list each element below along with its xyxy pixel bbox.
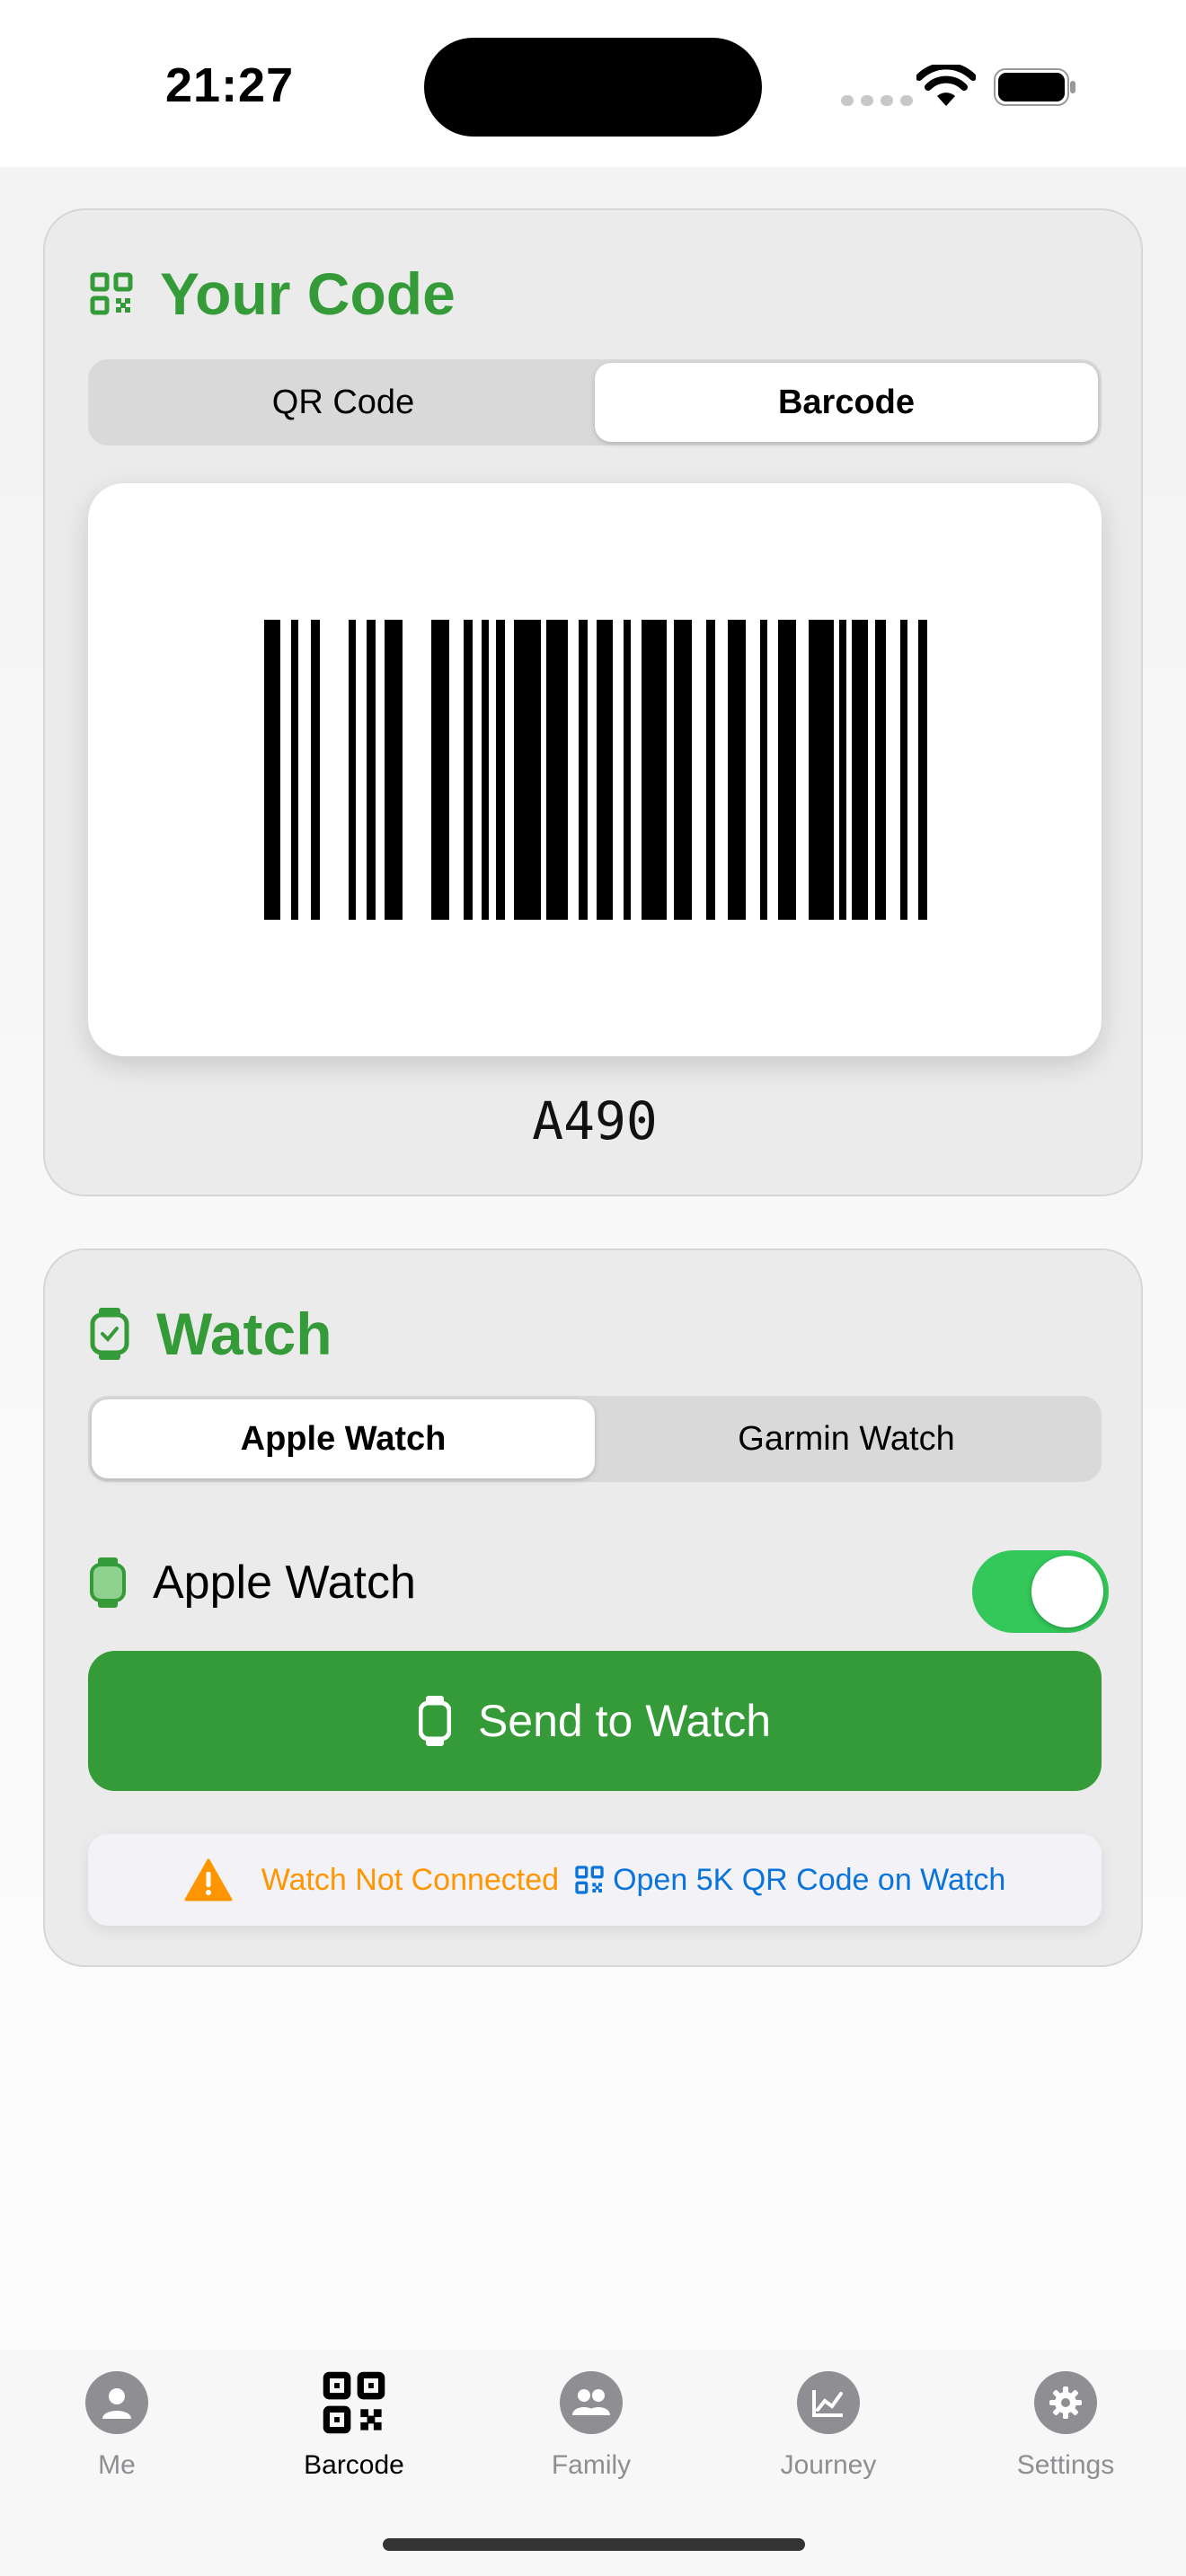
send-to-watch-button[interactable]: Send to Watch	[88, 1651, 1102, 1791]
open-qr-on-watch-label: Open 5K QR Code on Watch	[613, 1862, 1006, 1897]
tab-family-label: Family	[551, 2450, 632, 2480]
qr-code-icon	[323, 2371, 385, 2434]
apple-watch-toggle-label: Apple Watch	[153, 1557, 416, 1609]
cellular-signal-icon	[841, 95, 913, 106]
tab-journey[interactable]: Journey	[739, 2371, 918, 2481]
barcode-image	[264, 620, 927, 920]
watch-type-segmented-control: Apple Watch Garmin Watch	[88, 1396, 1102, 1482]
tab-family[interactable]: Family	[501, 2371, 681, 2481]
code-type-segmented-control: QR Code Barcode	[88, 359, 1102, 446]
watch-header: Watch	[90, 1300, 332, 1368]
tab-qr-code[interactable]: QR Code	[92, 363, 595, 442]
dynamic-island	[424, 38, 762, 137]
your-code-header: Your Code	[90, 260, 456, 328]
tab-apple-watch[interactable]: Apple Watch	[92, 1399, 595, 1478]
qr-code-icon	[90, 272, 133, 315]
watch-title: Watch	[156, 1301, 332, 1367]
family-icon	[560, 2371, 623, 2434]
chart-icon	[797, 2371, 860, 2434]
tab-barcode[interactable]: Barcode	[595, 363, 1098, 442]
your-code-title: Your Code	[160, 260, 456, 327]
wifi-icon	[916, 65, 976, 106]
open-qr-on-watch-link[interactable]: Open 5K QR Code on Watch	[575, 1863, 1005, 1898]
status-time: 21:27	[165, 58, 295, 112]
gear-icon	[1034, 2371, 1097, 2434]
watch-status-notice: Watch Not Connected Open 5K QR Code on W…	[88, 1834, 1102, 1926]
watch-icon	[90, 1308, 129, 1360]
tab-barcode-label: Barcode	[304, 2450, 404, 2480]
home-indicator[interactable]	[383, 2538, 805, 2551]
tab-settings-label: Settings	[1016, 2450, 1115, 2480]
apple-watch-toggle-row: Apple Watch	[90, 1538, 1109, 1633]
tab-garmin-watch[interactable]: Garmin Watch	[595, 1399, 1098, 1478]
tab-journey-label: Journey	[780, 2450, 877, 2480]
send-to-watch-label: Send to Watch	[477, 1696, 772, 1746]
apple-watch-toggle[interactable]	[972, 1550, 1109, 1633]
code-value-text: A490	[532, 1090, 658, 1151]
apple-watch-icon	[90, 1557, 126, 1608]
person-icon	[85, 2371, 148, 2434]
battery-icon	[994, 68, 1075, 106]
watch-icon	[418, 1696, 451, 1746]
tab-settings[interactable]: Settings	[976, 2371, 1155, 2481]
watch-not-connected-text: Watch Not Connected	[261, 1862, 560, 1897]
warning-icon	[184, 1858, 233, 1901]
status-bar: 21:27	[0, 0, 1186, 167]
tab-me[interactable]: Me	[27, 2371, 207, 2481]
toggle-knob	[1031, 1556, 1103, 1628]
tab-barcode-nav[interactable]: Barcode	[264, 2371, 444, 2481]
app-screen: 21:27 Your Code QR Code Barcode A490 Wat…	[0, 0, 1186, 2576]
barcode-display	[88, 483, 1102, 1056]
your-code-card: Your Code QR Code Barcode A490	[43, 208, 1143, 1196]
watch-card: Watch Apple Watch Garmin Watch Apple Wat…	[43, 1248, 1143, 1967]
qr-code-icon	[575, 1866, 604, 1894]
tab-me-label: Me	[98, 2450, 136, 2480]
